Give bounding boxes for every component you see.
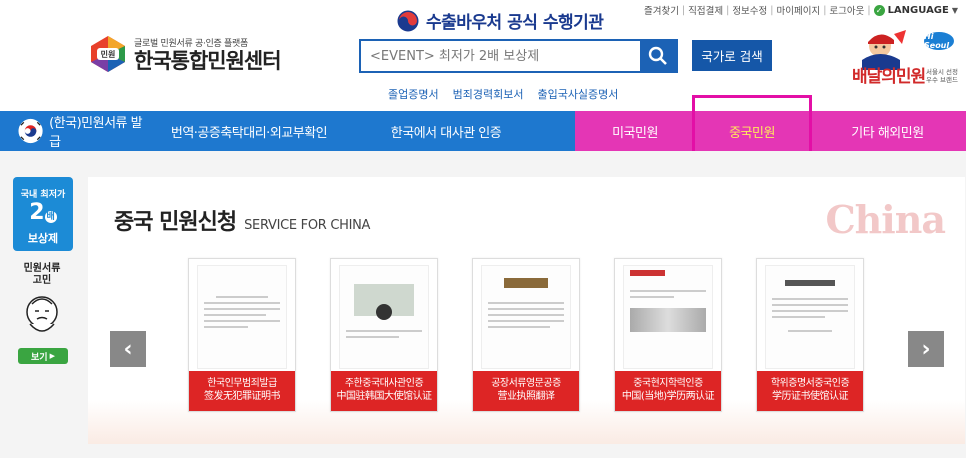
section-heading: 중국 민원신청 SERVICE FOR CHINA xyxy=(114,204,370,236)
service-card[interactable]: 주한중국대사관인증 中国驻韩国大使馆认证 xyxy=(330,258,438,412)
brand-name: 배달의민원 xyxy=(852,67,926,87)
nav-item-korea-docs[interactable]: (한국)민원서류 발급 xyxy=(0,111,150,151)
search-box xyxy=(359,39,678,73)
document-thumbnail xyxy=(623,265,713,369)
document-thumbnail xyxy=(339,265,429,369)
voucher-text: 수출바우처 공식 수행기관 xyxy=(426,13,604,33)
best-price-badge[interactable]: 국내 최저가 2배 보상제 xyxy=(13,177,73,251)
korea-emblem-icon xyxy=(396,9,420,32)
utility-bar: 즐겨찾기 | 직접결제 | 정보수정 | 마이페이지 | 로그아웃 | ✓ LA… xyxy=(643,3,958,17)
search-icon xyxy=(648,46,667,65)
section-subtitle: SERVICE FOR CHINA xyxy=(244,218,371,233)
nav-item-other[interactable]: 기타 해외민원 xyxy=(809,111,966,151)
util-link-mypage[interactable]: 마이페이지 xyxy=(776,3,820,17)
delivery-brand-banner[interactable]: Hi Seoul 배달의민원 서울시 선정 우수 브랜드 xyxy=(848,30,960,90)
service-card[interactable]: 공장서류영문공증 营业执照翻译 xyxy=(472,258,580,412)
search-by-country-button[interactable]: 국가로 검색 xyxy=(692,40,772,71)
nav-item-translation[interactable]: 번역·공증축탁대리·외교부확인 xyxy=(150,111,348,151)
side-view-button[interactable]: 보기 ▶ xyxy=(18,348,68,364)
caret-down-icon[interactable]: ▼ xyxy=(952,6,958,15)
hi-seoul-badge: Hi Seoul xyxy=(924,32,954,50)
nav-item-china[interactable]: 중국민원 xyxy=(692,95,812,162)
document-thumbnail xyxy=(765,265,855,369)
worried-face-icon xyxy=(26,296,58,332)
quick-link-criminal-record[interactable]: 범죄경력회보서 xyxy=(453,86,524,102)
logo-title: 한국통합민원센터 xyxy=(134,48,282,73)
service-cards: 한국인무범죄발급 签发无犯罪证明书 주한중국대사관인증 中国驻韩国大使馆认证 공장서… xyxy=(188,258,864,412)
globe-icon: ✓ xyxy=(873,4,885,16)
side-worry-text: 민원서류 고민 xyxy=(23,263,61,286)
nav-group-domestic: (한국)민원서류 발급 번역·공증축탁대리·외교부확인 한국에서 대사관 인증 xyxy=(0,111,575,151)
document-thumbnail xyxy=(481,265,571,369)
voucher-banner[interactable]: 수출바우처 공식 수행기관 xyxy=(396,8,604,33)
service-card[interactable]: 학위증명서중국인증 学历证书使馆认证 xyxy=(756,258,864,412)
logo-subtitle: 글로벌 민원서류 공·인증 플랫폼 xyxy=(134,38,248,49)
language-selector[interactable]: LANGUAGE xyxy=(888,5,949,16)
main-nav: (한국)민원서류 발급 번역·공증축탁대리·외교부확인 한국에서 대사관 인증 … xyxy=(0,95,966,162)
nav-item-embassy-cert[interactable]: 한국에서 대사관 인증 xyxy=(348,111,544,151)
search-button[interactable] xyxy=(640,41,676,71)
nav-item-usa[interactable]: 미국민원 xyxy=(575,111,695,151)
logo-emblem-icon: 민원 xyxy=(88,34,128,74)
search-input[interactable] xyxy=(361,41,640,71)
util-link-logout[interactable]: 로그아웃 xyxy=(829,3,864,17)
service-card[interactable]: 중국현지학력인증 中国(当地)学历两认证 xyxy=(614,258,722,412)
document-thumbnail xyxy=(197,265,287,369)
util-link-favorites[interactable]: 즐겨찾기 xyxy=(644,3,679,17)
util-link-edit-info[interactable]: 정보수정 xyxy=(732,3,767,17)
page: 즐겨찾기 | 직접결제 | 정보수정 | 마이페이지 | 로그아웃 | ✓ LA… xyxy=(0,0,966,458)
china-decoration: China xyxy=(825,197,946,242)
site-logo[interactable]: 민원 글로벌 민원서류 공·인증 플랫폼 한국통합민원센터 xyxy=(88,34,282,74)
carousel-prev-button[interactable]: ‹ xyxy=(110,331,146,367)
section-title: 중국 민원신청 xyxy=(114,210,237,235)
quick-link-graduation[interactable]: 졸업증명서 xyxy=(388,86,439,102)
brand-subtitle: 서울시 선정 우수 브랜드 xyxy=(926,68,958,84)
util-link-direct-pay[interactable]: 직접결제 xyxy=(688,3,723,17)
quick-links: 졸업증명서 범죄경력회보서 출입국사실증명서 xyxy=(388,86,618,102)
korea-flag-icon xyxy=(18,118,43,144)
carousel-next-button[interactable]: › xyxy=(908,331,944,367)
service-card[interactable]: 한국인무범죄발급 签发无犯罪证明书 xyxy=(188,258,296,412)
svg-text:민원: 민원 xyxy=(101,49,116,59)
quick-link-immigration[interactable]: 출입국사실증명서 xyxy=(537,86,618,102)
play-icon: ▶ xyxy=(49,352,55,360)
china-service-panel: China 중국 민원신청 SERVICE FOR CHINA 한국인무범죄발급… xyxy=(88,177,965,444)
nav-group-overseas: 미국민원 중국민원 기타 해외민원 xyxy=(575,95,966,162)
